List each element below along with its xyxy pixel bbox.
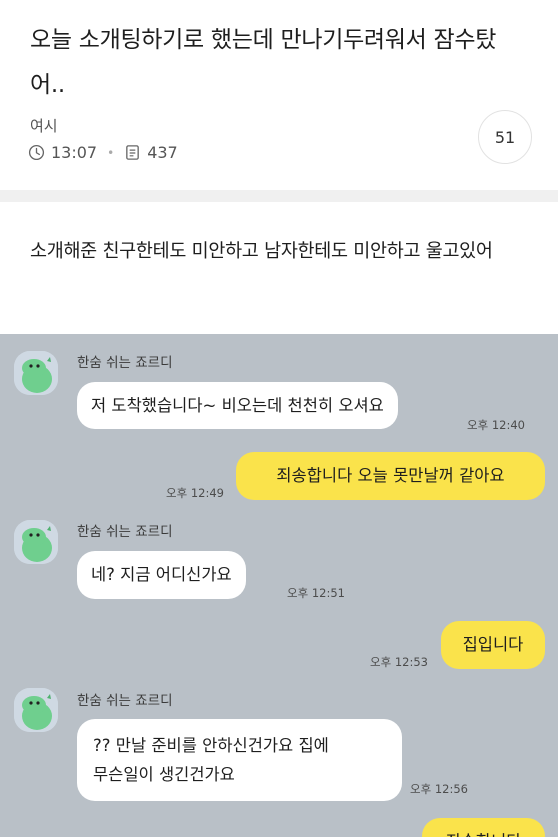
avatar xyxy=(14,688,58,732)
avatar xyxy=(14,351,58,395)
message-bubble: 죄송합니다 오늘 못만날꺼 같아요 xyxy=(236,452,545,500)
clock-icon xyxy=(28,144,45,161)
post-meta: 13:07 • 437 xyxy=(28,143,178,162)
post-body: 소개해준 친구한테도 미안하고 남자한테도 미안하고 울고있어 xyxy=(30,241,493,262)
dinosaur-icon xyxy=(14,688,58,732)
section-divider xyxy=(0,190,558,202)
document-icon xyxy=(126,145,140,160)
message-time: 오후 12:56 xyxy=(410,782,468,796)
avatar xyxy=(14,520,58,564)
sender-name: 한숨 쉬는 죠르디 xyxy=(77,355,173,371)
message-time: 오후 12:49 xyxy=(166,486,224,500)
post-time: 13:07 xyxy=(51,143,98,162)
post-title: 오늘 소개팅하기로 했는데 만나기두려워서 잠수탔어.. xyxy=(30,27,497,98)
message-bubble: ?? 만날 준비를 안하신건가요 집에 무슨일이 생긴건가요 xyxy=(77,719,402,801)
author-name[interactable]: 여시 xyxy=(30,115,58,136)
sender-name: 한숨 쉬는 죠르디 xyxy=(77,524,173,540)
meta-separator: • xyxy=(107,145,115,160)
message-bubble: 네? 지금 어디신가요 xyxy=(77,551,246,599)
message-time: 오후 12:51 xyxy=(287,586,345,600)
sender-name: 한숨 쉬는 죠르디 xyxy=(77,693,173,709)
message-line: 무슨일이 생긴건가요 xyxy=(93,765,235,784)
message-time: 오후 12:53 xyxy=(370,655,428,669)
post-header: 오늘 소개팅하기로 했는데 만나기두려워서 잠수탔어.. 여시 13:07 • … xyxy=(0,0,558,190)
view-count: 437 xyxy=(147,143,178,162)
message-bubble: 집입니다 xyxy=(441,621,545,669)
message-line: ?? 만날 준비를 안하신건가요 집에 xyxy=(93,736,329,755)
dinosaur-icon xyxy=(14,351,58,395)
message-bubble: 죄송합니다 xyxy=(422,818,545,837)
message-time: 오후 12:40 xyxy=(467,418,525,432)
chat-screenshot: 한숨 쉬는 죠르디 저 도착했습니다~ 비오는데 천천히 오셔요 오후 12:4… xyxy=(0,334,558,837)
message-bubble: 저 도착했습니다~ 비오는데 천천히 오셔요 xyxy=(77,382,398,429)
dinosaur-icon xyxy=(14,520,58,564)
comment-count-button[interactable]: 51 xyxy=(478,110,532,164)
